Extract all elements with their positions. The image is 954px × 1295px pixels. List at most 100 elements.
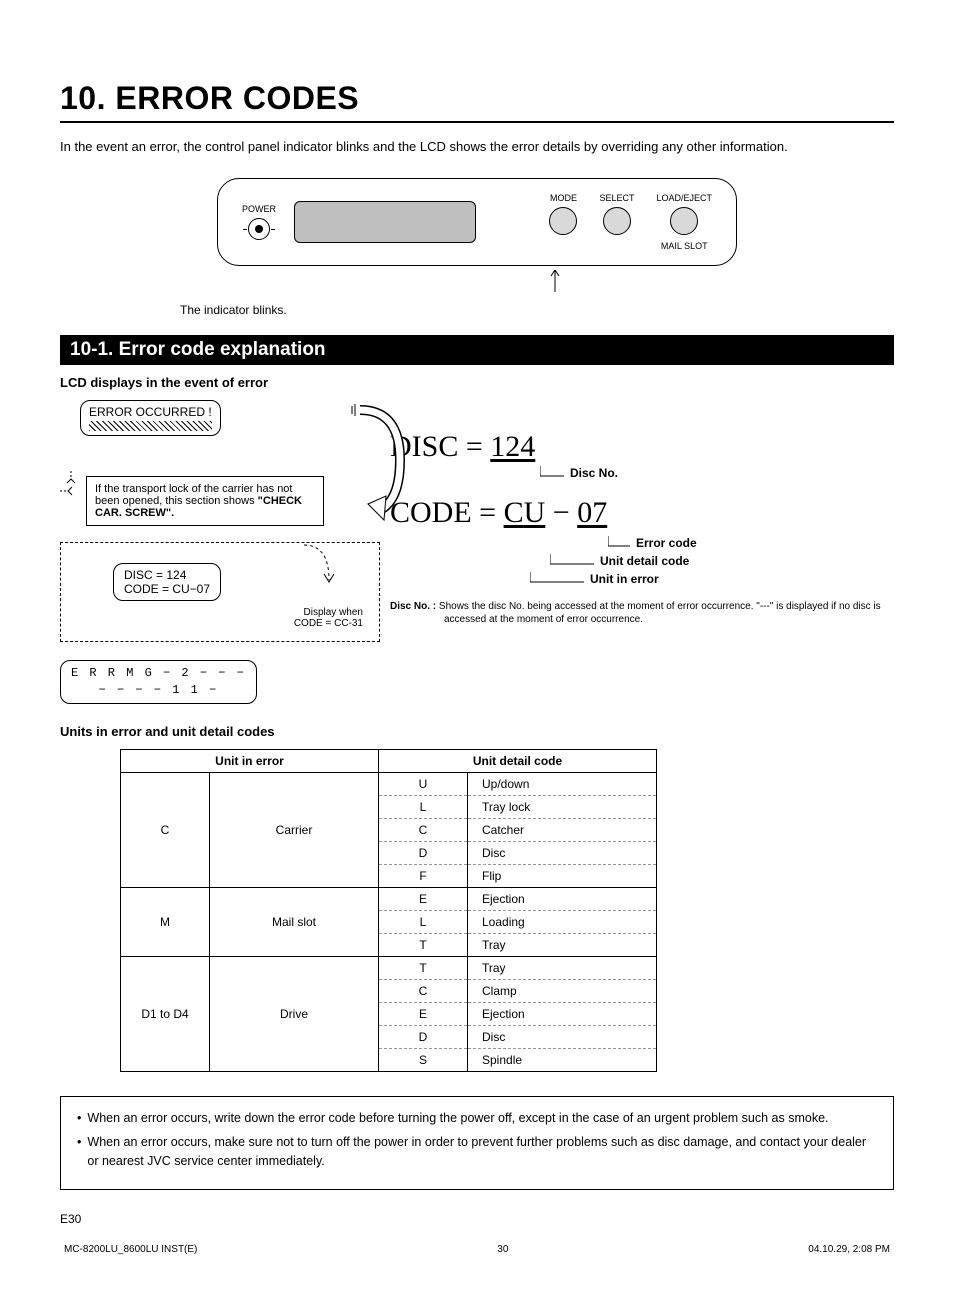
control-panel-figure: POWER MODE SELECT [60,178,894,266]
diagram-left: ERROR OCCURRED ! [60,400,380,704]
lcd-disc-code: DISC = 124 CODE = CU−07 [113,563,221,601]
lcd-screen [294,201,476,243]
code-annotations: Error code Unit detail code Unit in erro… [390,536,894,586]
big-code-unit: C [504,496,524,529]
mode-button[interactable] [549,207,577,235]
diagram-row: ERROR OCCURRED ! [60,400,894,704]
footnote-text: Shows the disc No. being accessed at the… [439,601,881,625]
indicator-caption: The indicator blinks. [180,303,894,317]
chapter-title: 10. ERROR CODES [60,80,894,117]
power-indicator-icon [248,218,270,240]
th-unit-in-error: Unit in error [121,749,379,772]
detail-name-cell: Disc [468,1025,657,1048]
note-2-text: When an error occurs, make sure not to t… [87,1133,877,1171]
lcd-err-mg: E R R M G − 2 − − − − − − − 1 1 − [60,660,257,704]
section-heading: 10-1. Error code explanation [60,335,894,365]
err-line2: − − − − 1 1 − [71,682,246,699]
lcd-error-text: ERROR OCCURRED ! [89,405,212,419]
detail-name-cell: Disc [468,841,657,864]
select-label: SELECT [599,193,634,203]
annot-unit-error: Unit in error [530,572,894,586]
big-code-line: CODE = CU − 07 [390,496,894,530]
th-unit-detail-code: Unit detail code [379,749,657,772]
big-code-err: 07 [577,496,607,529]
detail-code-cell: U [379,772,468,795]
annot-disc-no: Disc No. [540,466,894,480]
unit-detail-table: Unit in error Unit detail code CCarrierU… [120,749,657,1072]
detail-code-cell: T [379,956,468,979]
detail-name-cell: Tray [468,956,657,979]
detail-code-cell: F [379,864,468,887]
button-group: MODE SELECT LOAD/EJECT MAIL SLOT [549,193,712,251]
detail-code-cell: D [379,841,468,864]
load-eject-button-col: LOAD/EJECT MAIL SLOT [656,193,712,251]
bullet-icon: • [77,1109,81,1128]
detail-code-cell: E [379,1002,468,1025]
annot-disc-no-text: Disc No. [570,466,618,480]
detail-name-cell: Up/down [468,772,657,795]
detail-code-cell: L [379,795,468,818]
load-eject-button[interactable] [670,207,698,235]
detail-code-cell: E [379,887,468,910]
info-box-bold: "CHECK CAR. SCREW". [95,495,302,519]
unit-name-cell: Carrier [210,772,379,887]
select-label-bottom [599,241,634,251]
big-disc-line: DISC = 124 [390,430,894,464]
detail-code-cell: D [379,1025,468,1048]
mode-label-bottom [549,241,577,251]
mode-button-col: MODE [549,193,577,251]
load-eject-label: LOAD/EJECT [656,193,712,203]
page: 10. ERROR CODES In the event an error, t… [0,0,954,1295]
info-box-text: If the transport lock of the carrier has… [95,483,302,519]
lcd-error-occurred: ERROR OCCURRED ! [80,400,221,436]
mail-slot-label: MAIL SLOT [656,241,712,251]
flow-arrow-icon [350,400,410,530]
big-disc-val: 124 [490,430,535,463]
detail-code-cell: T [379,933,468,956]
lcd-code-line: CODE = CU−07 [124,582,210,596]
detail-code-cell: C [379,979,468,1002]
select-button[interactable] [603,207,631,235]
detail-name-cell: Ejection [468,887,657,910]
detail-name-cell: Tray [468,933,657,956]
unit-name-cell: Mail slot [210,887,379,956]
detail-name-cell: Tray lock [468,795,657,818]
footer-left: MC-8200LU_8600LU INST(E) [64,1244,197,1255]
detail-name-cell: Spindle [468,1048,657,1071]
detail-name-cell: Catcher [468,818,657,841]
display-note: Display when CODE = CC-31 [73,607,363,629]
detail-name-cell: Clamp [468,979,657,1002]
page-number: E30 [60,1212,894,1226]
control-panel: POWER MODE SELECT [217,178,737,266]
print-footer: MC-8200LU_8600LU INST(E) 30 04.10.29, 2:… [60,1244,894,1255]
unit-code-cell: D1 to D4 [121,956,210,1071]
hatch-pattern [89,421,212,431]
display-note-1: Display when [304,607,363,618]
detail-name-cell: Flip [468,864,657,887]
annot-unit-error-text: Unit in error [590,572,659,586]
annot-error-code-text: Error code [636,536,697,550]
footer-center: 30 [497,1244,508,1255]
note-2: • When an error occurs, make sure not to… [77,1133,877,1171]
note-1-text: When an error occurs, write down the err… [87,1109,828,1128]
annot-error-code: Error code [608,536,894,550]
detail-code-cell: S [379,1048,468,1071]
lcd-disc-line: DISC = 124 [124,568,210,582]
disc-no-footnote: Disc No. : Shows the disc No. being acce… [390,600,894,626]
err-line1: E R R M G − 2 − − − [71,665,246,682]
title-underline [60,121,894,123]
power-block: POWER [242,204,276,240]
big-code-dash: − [545,496,577,529]
annot-unit-detail: Unit detail code [550,554,894,568]
intro-text: In the event an error, the control panel… [60,139,894,154]
notes-box: • When an error occurs, write down the e… [60,1096,894,1190]
lcd-subheading: LCD displays in the event of error [60,375,894,390]
diagram-right: DISC = 124 Disc No. CODE = CU − 07 Error… [390,400,894,704]
detail-code-cell: C [379,818,468,841]
note-1: • When an error occurs, write down the e… [77,1109,877,1128]
table-row: MMail slotEEjection [121,887,657,910]
mode-label: MODE [549,193,577,203]
footer-right: 04.10.29, 2:08 PM [808,1244,890,1255]
unit-name-cell: Drive [210,956,379,1071]
bullet-icon: • [77,1133,81,1171]
